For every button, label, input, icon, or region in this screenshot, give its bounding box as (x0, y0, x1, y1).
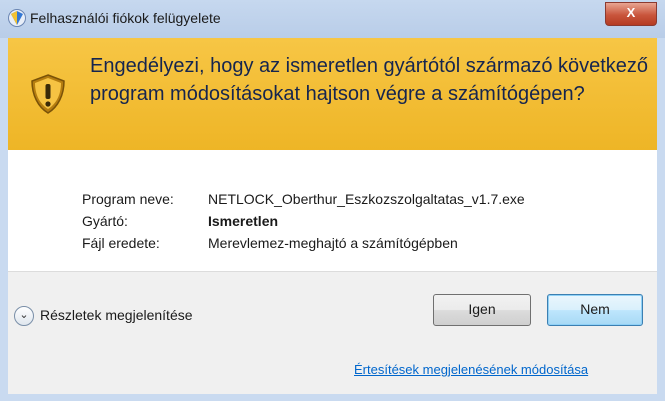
file-origin-value: Merevlemez-meghajtó a számítógépben (208, 235, 458, 251)
warning-banner: Engedélyezi, hogy az ismeretlen gyártótó… (8, 38, 657, 150)
yes-button[interactable]: Igen (433, 294, 531, 326)
uac-shield-icon (8, 9, 26, 27)
program-details: Program neve: NETLOCK_Oberthur_Eszkozszol… (8, 150, 657, 271)
publisher-label: Gyártó: (82, 213, 128, 229)
program-name-label: Program neve: (82, 191, 174, 207)
warning-shield-icon (31, 74, 65, 114)
chevron-down-icon[interactable]: ⌄ (14, 306, 34, 327)
detail-row-publisher: Gyártó: Ismeretlen (82, 210, 525, 232)
details-table: Program neve: NETLOCK_Oberthur_Eszkozszol… (82, 188, 525, 254)
publisher-value: Ismeretlen (208, 213, 279, 229)
no-button[interactable]: Nem (547, 294, 643, 326)
show-details-toggle[interactable]: ⌄ Részletek megjelenítése (14, 304, 193, 327)
file-origin-label: Fájl eredete: (82, 235, 160, 251)
show-details-label: Részletek megjelenítése (40, 307, 193, 323)
uac-question: Engedélyezi, hogy az ismeretlen gyártótó… (90, 55, 649, 105)
detail-row-program: Program neve: NETLOCK_Oberthur_Eszkozszol… (82, 188, 525, 210)
title-bar: Felhasználói fiókok felügyelete X (0, 0, 665, 38)
detail-row-origin: Fájl eredete: Merevlemez-meghajtó a számí… (82, 232, 525, 254)
uac-dialog: Felhasználói fiókok felügyelete X Engedé… (0, 0, 665, 401)
program-name-value: NETLOCK_Oberthur_Eszkozszolgaltatas_v1.7… (208, 191, 525, 207)
dialog-footer: ⌄ Részletek megjelenítése Igen Nem Értesí… (8, 271, 657, 394)
close-button[interactable]: X (605, 2, 657, 26)
window-title: Felhasználói fiókok felügyelete (30, 10, 221, 26)
change-notification-link[interactable]: Értesítések megjelenésének módosítása (354, 362, 588, 377)
